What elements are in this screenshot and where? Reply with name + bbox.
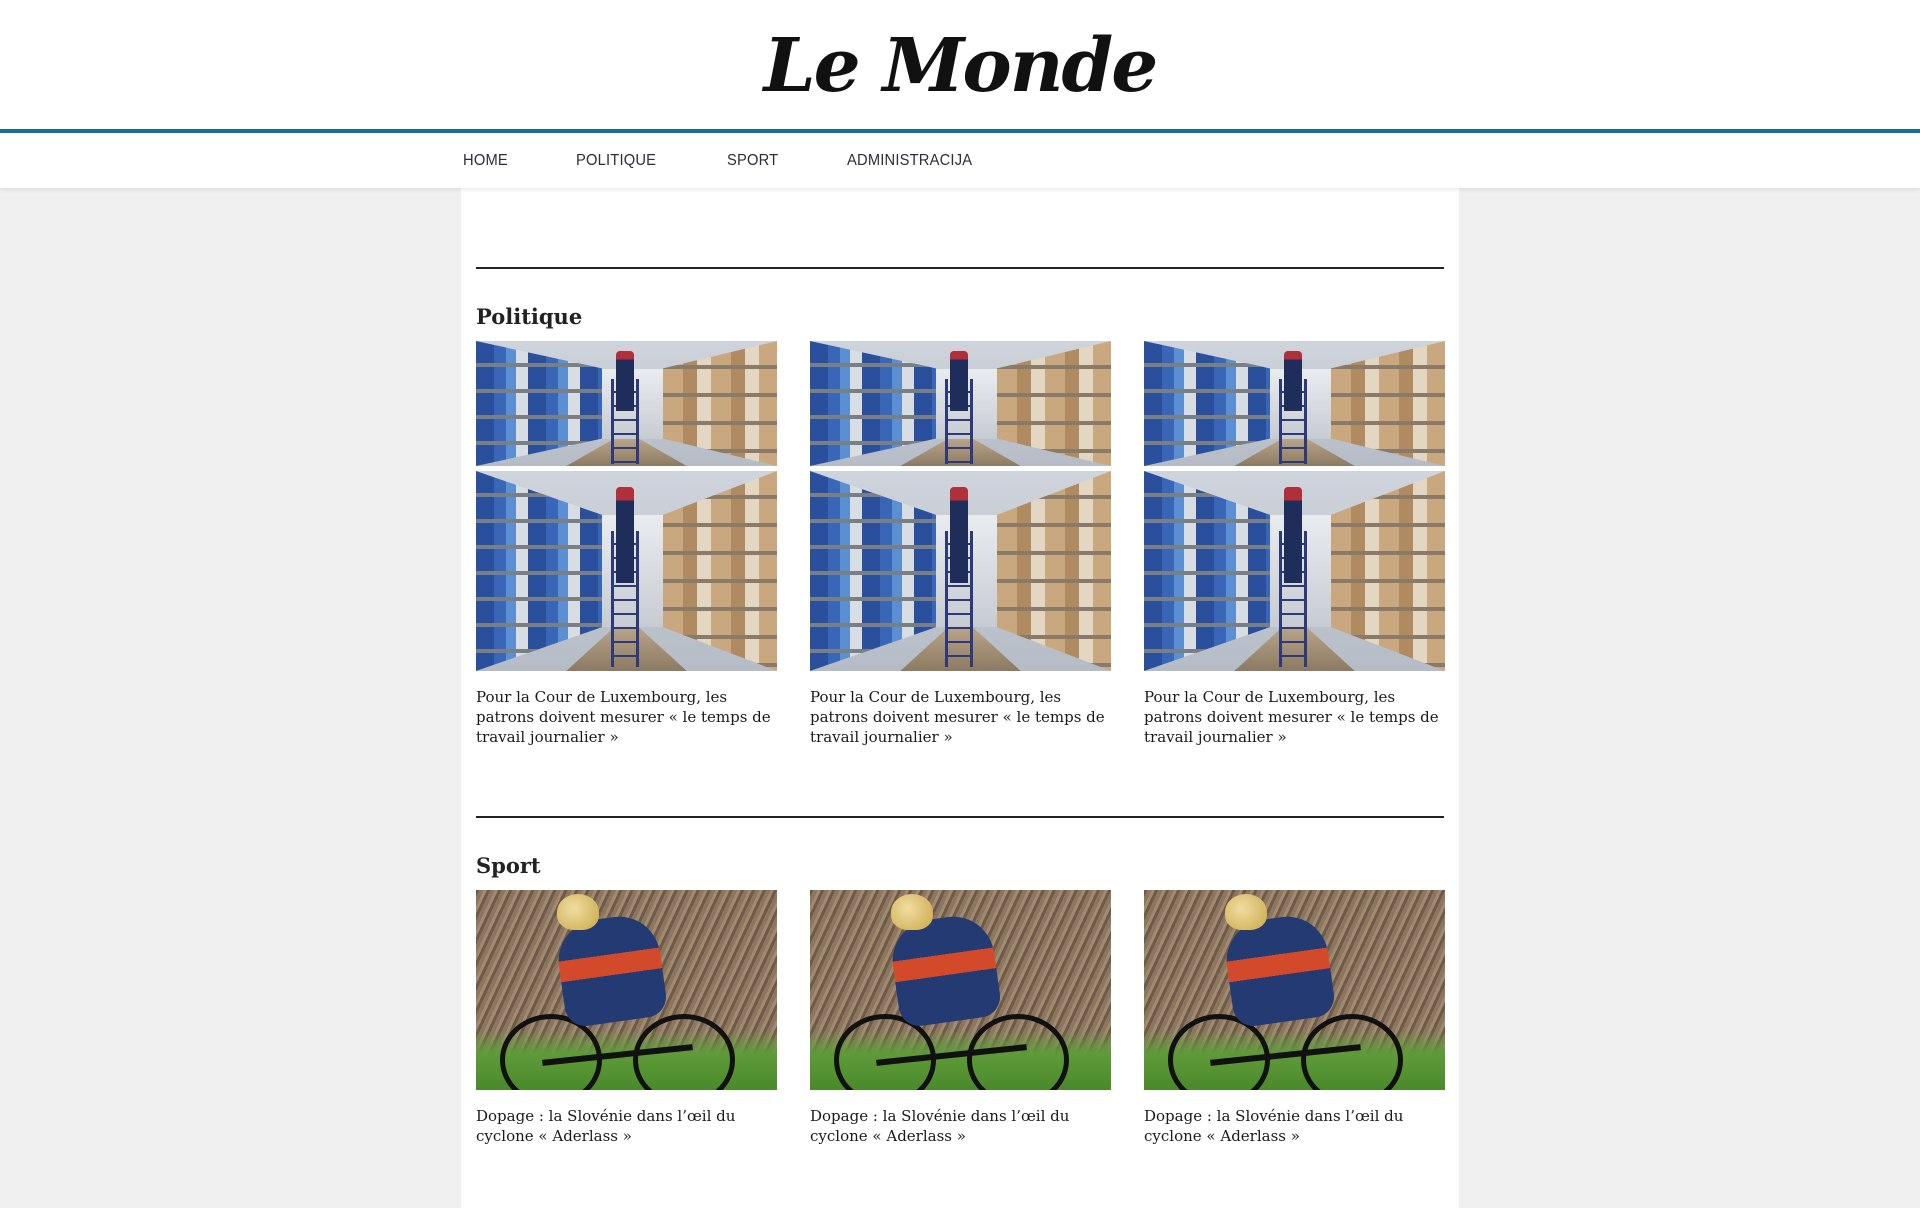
article-card[interactable]: Dopage : la Slovénie dans l’œil du cyclo…	[1144, 890, 1445, 1146]
warehouse-photo[interactable]	[810, 341, 1111, 671]
main-nav: HOME POLITIQUE SPORT ADMINISTRACIJA	[0, 133, 1920, 188]
article-card[interactable]: Dopage : la Slovénie dans l’œil du cyclo…	[476, 890, 777, 1146]
article-card[interactable]: Pour la Cour de Luxembourg, les patrons …	[1144, 341, 1445, 747]
cyclist-photo[interactable]	[1144, 890, 1445, 1090]
article-title[interactable]: Pour la Cour de Luxembourg, les patrons …	[1144, 687, 1445, 747]
cyclist-photo[interactable]	[810, 890, 1111, 1090]
warehouse-photo[interactable]	[1144, 341, 1445, 671]
section-divider	[476, 267, 1444, 269]
cyclist-photo[interactable]	[476, 890, 777, 1090]
article-card[interactable]: Dopage : la Slovénie dans l’œil du cyclo…	[810, 890, 1111, 1146]
section-politique: Politique Pour la Cour de Luxembourg, le…	[476, 267, 1445, 747]
article-title[interactable]: Pour la Cour de Luxembourg, les patrons …	[810, 687, 1111, 747]
nav-item-politique[interactable]: POLITIQUE	[576, 152, 656, 170]
section-divider	[476, 816, 1444, 818]
section-title: Sport	[476, 853, 541, 878]
article-card[interactable]: Pour la Cour de Luxembourg, les patrons …	[476, 341, 777, 747]
nav-item-sport[interactable]: SPORT	[727, 152, 778, 170]
site-header: Le Monde	[0, 0, 1920, 133]
article-title[interactable]: Dopage : la Slovénie dans l’œil du cyclo…	[810, 1106, 1111, 1146]
site-logo[interactable]: Le Monde	[0, 26, 1920, 106]
nav-item-administracija[interactable]: ADMINISTRACIJA	[847, 152, 972, 170]
article-title[interactable]: Dopage : la Slovénie dans l’œil du cyclo…	[476, 1106, 777, 1146]
warehouse-photo[interactable]	[476, 341, 777, 671]
article-title[interactable]: Pour la Cour de Luxembourg, les patrons …	[476, 687, 777, 747]
section-title: Politique	[476, 304, 583, 329]
nav-item-home[interactable]: HOME	[463, 152, 508, 170]
main-content: Politique Pour la Cour de Luxembourg, le…	[461, 188, 1459, 1208]
article-title[interactable]: Dopage : la Slovénie dans l’œil du cyclo…	[1144, 1106, 1445, 1146]
section-sport: Sport Dopage : la Slovénie dans l’œil du…	[476, 816, 1445, 1146]
article-card[interactable]: Pour la Cour de Luxembourg, les patrons …	[810, 341, 1111, 747]
